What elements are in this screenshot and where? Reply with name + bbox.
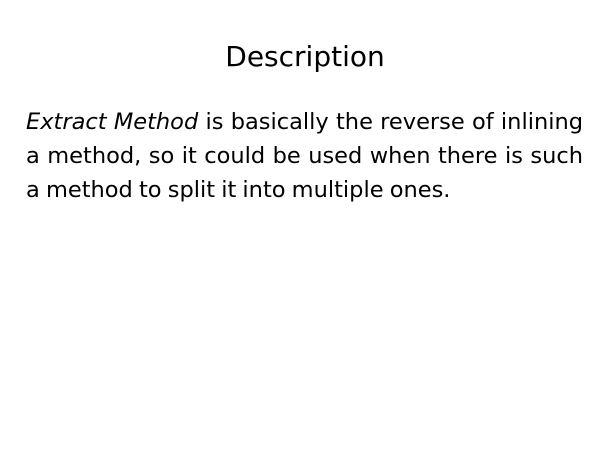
term-extract-method: Extract Method: [26, 109, 199, 135]
slide: Description Extract Method is basically …: [0, 0, 610, 458]
slide-body-paragraph: Extract Method is basically the reverse …: [26, 105, 583, 207]
slide-title: Description: [225, 40, 385, 73]
